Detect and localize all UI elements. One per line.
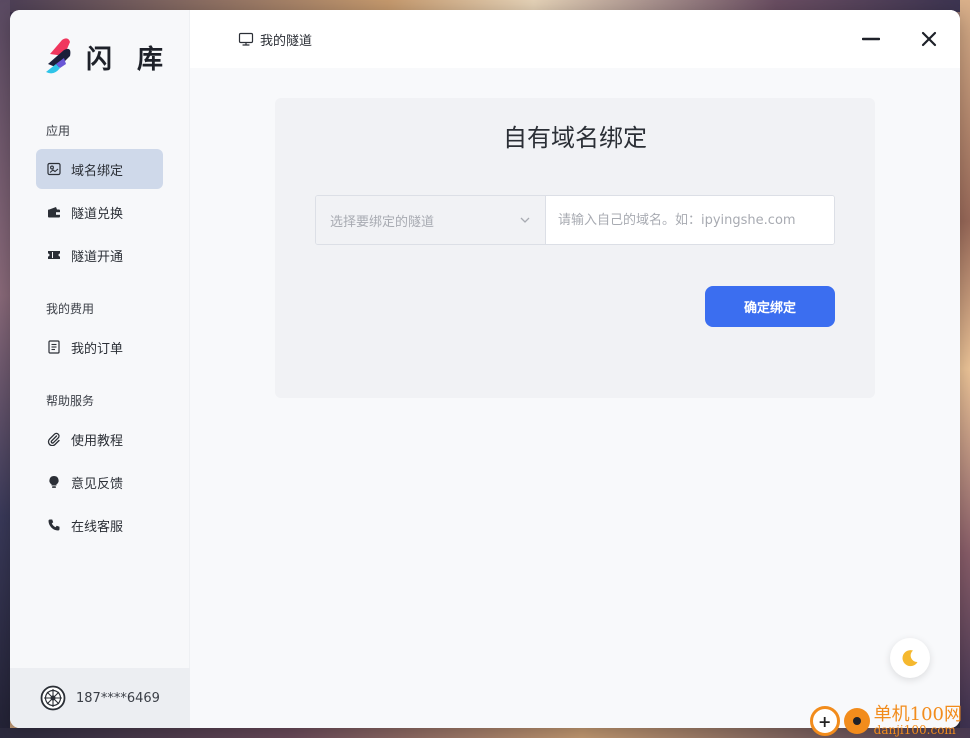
app-logo: 闪 库	[10, 10, 189, 104]
sidebar-item-label: 隧道兑换	[71, 206, 124, 222]
sidebar-item-tunnel-open[interactable]: 隧道开通	[36, 235, 163, 275]
watermark-cn: 单机100网	[873, 704, 962, 725]
sidebar-item-label: 在线客服	[71, 519, 124, 535]
domain-icon	[47, 162, 61, 176]
section-title-help: 帮助服务	[46, 394, 95, 408]
sidebar-item-label: 我的订单	[71, 341, 124, 357]
main-content: 我的隧道 自有域名绑定 选择要绑定的隧道 确定绑定	[190, 10, 960, 728]
app-name: 闪 库	[86, 44, 172, 75]
bulb-icon	[47, 475, 61, 489]
watermark-dot-icon	[843, 708, 870, 734]
site-watermark: + 单机100网 danji100.com	[809, 704, 962, 737]
order-icon	[47, 340, 61, 354]
tunnel-select-placeholder: 选择要绑定的隧道	[330, 214, 435, 230]
section-title-apps: 应用	[46, 124, 71, 138]
sidebar-item-my-orders[interactable]: 我的订单	[36, 327, 163, 367]
confirm-bind-button[interactable]: 确定绑定	[705, 286, 835, 327]
sidebar-item-domain-binding[interactable]: 域名绑定	[36, 149, 163, 189]
user-account[interactable]: 187****6469	[10, 668, 190, 728]
sidebar-item-tutorial[interactable]: 使用教程	[36, 419, 163, 459]
ticket-icon	[47, 248, 61, 262]
paperclip-icon	[47, 432, 61, 446]
watermark-en: danji100.com	[873, 723, 956, 737]
sidebar-item-feedback[interactable]: 意见反馈	[36, 462, 163, 502]
avatar-icon	[40, 685, 66, 711]
app-window: 闪 库 应用 域名绑定 隧道兑换 隧道开通 我的费用 我的订单 帮助服务 使用教…	[10, 10, 960, 728]
domain-binding-card: 自有域名绑定 选择要绑定的隧道 确定绑定	[275, 98, 875, 398]
sidebar-item-online-support[interactable]: 在线客服	[36, 505, 163, 545]
chevron-down-icon	[520, 217, 530, 223]
monitor-icon	[238, 32, 254, 46]
wallet-icon	[47, 205, 61, 219]
sidebar-item-label: 意见反馈	[71, 476, 124, 492]
theme-toggle-button[interactable]	[890, 638, 930, 678]
close-icon	[921, 31, 937, 47]
sidebar: 闪 库 应用 域名绑定 隧道兑换 隧道开通 我的费用 我的订单 帮助服务 使用教…	[10, 10, 190, 728]
close-button[interactable]	[918, 28, 940, 50]
sidebar-item-label: 域名绑定	[71, 163, 124, 179]
minimize-icon	[862, 37, 880, 41]
tab-label: 我的隧道	[260, 33, 313, 49]
phone-icon	[47, 518, 61, 532]
binding-form: 选择要绑定的隧道	[315, 195, 835, 245]
nav-section-fees: 我的费用 我的订单	[10, 278, 189, 370]
user-phone: 187****6469	[76, 690, 160, 706]
logo-icon	[42, 34, 76, 80]
moon-icon	[902, 650, 918, 667]
section-title-fees: 我的费用	[46, 302, 95, 316]
tunnel-select[interactable]: 选择要绑定的隧道	[316, 196, 546, 244]
tab-my-tunnels[interactable]: 我的隧道	[238, 30, 312, 49]
domain-input[interactable]	[546, 196, 834, 244]
nav-section-help: 帮助服务 使用教程 意见反馈 在线客服	[10, 370, 189, 548]
sidebar-item-label: 隧道开通	[71, 249, 124, 265]
page-title: 自有域名绑定	[503, 124, 647, 152]
sidebar-item-label: 使用教程	[71, 433, 124, 449]
sidebar-item-tunnel-redeem[interactable]: 隧道兑换	[36, 192, 163, 232]
titlebar: 我的隧道	[190, 10, 960, 68]
watermark-plus-icon: +	[809, 706, 840, 736]
nav-section-apps: 应用 域名绑定 隧道兑换 隧道开通	[10, 104, 189, 278]
minimize-button[interactable]	[860, 28, 882, 50]
